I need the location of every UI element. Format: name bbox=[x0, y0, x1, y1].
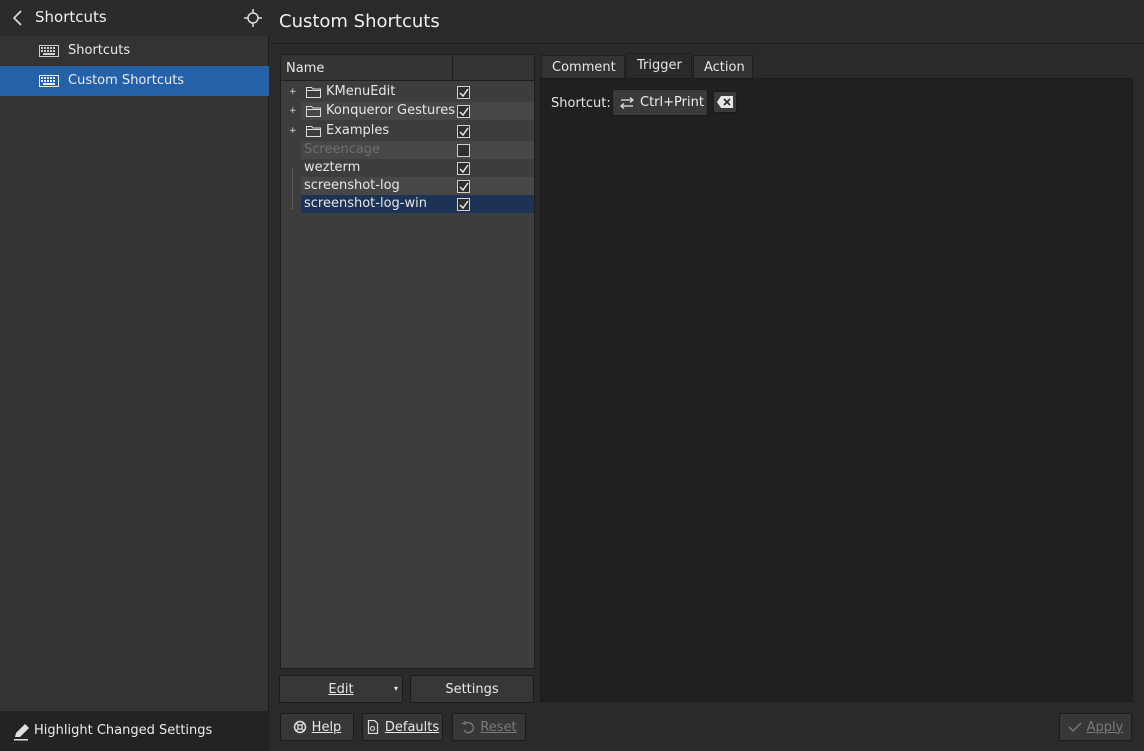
expand-icon[interactable]: + bbox=[289, 107, 297, 116]
tab-label: Action bbox=[704, 60, 745, 75]
edit-label: Edit bbox=[328, 681, 354, 697]
shortcut-value: Ctrl+Print bbox=[640, 95, 704, 110]
tab-bar: Comment Trigger Action bbox=[540, 53, 1140, 79]
sidebar: Shortcuts Shortcuts Custom Shortcuts Hig… bbox=[0, 0, 269, 751]
enabled-checkbox[interactable] bbox=[457, 105, 470, 118]
shortcut-key-button[interactable]: Ctrl+Print bbox=[612, 89, 708, 116]
title-divider bbox=[270, 43, 1144, 44]
tree-row[interactable]: screenshot-log bbox=[281, 177, 534, 195]
expand-icon[interactable]: + bbox=[289, 88, 297, 97]
highlight-changed-settings-button[interactable]: Highlight Changed Settings bbox=[0, 711, 269, 751]
defaults-button[interactable]: Defaults bbox=[362, 713, 443, 741]
settings-label: Settings bbox=[445, 681, 499, 697]
shortcut-label: Shortcut: bbox=[551, 96, 611, 111]
enabled-checkbox[interactable] bbox=[457, 86, 470, 99]
help-lifebuoy-icon bbox=[293, 720, 306, 734]
apply-label: Apply bbox=[1086, 719, 1124, 735]
keyboard-icon bbox=[39, 45, 59, 57]
tree-row[interactable]: + Konqueror Gestures bbox=[281, 102, 534, 120]
tree-row-label: wezterm bbox=[304, 160, 361, 175]
tree-row[interactable]: + Examples bbox=[281, 122, 534, 140]
tree-row[interactable]: Screencage bbox=[281, 141, 534, 159]
tree-row-label: Konqueror Gestures bbox=[326, 103, 456, 118]
tree-row-label: Examples bbox=[326, 123, 390, 138]
sidebar-title: Shortcuts bbox=[35, 8, 107, 26]
sidebar-item-shortcuts[interactable]: Shortcuts bbox=[0, 36, 269, 66]
tab-action[interactable]: Action bbox=[693, 55, 753, 78]
tab-trigger[interactable]: Trigger bbox=[626, 53, 692, 79]
tab-comment[interactable]: Comment bbox=[541, 55, 625, 78]
tree-row[interactable]: + KMenuEdit bbox=[281, 83, 534, 101]
help-label: Help bbox=[311, 719, 342, 735]
settings-button[interactable]: Settings bbox=[410, 675, 534, 703]
expand-icon[interactable]: + bbox=[289, 127, 297, 136]
help-button[interactable]: Help bbox=[280, 713, 354, 741]
tree-row-label: screenshot-log bbox=[304, 178, 400, 193]
configure-shortcut-icon bbox=[620, 96, 634, 109]
backspace-clear-icon bbox=[717, 96, 733, 108]
document-defaults-icon bbox=[367, 720, 378, 734]
enabled-checkbox[interactable] bbox=[457, 198, 470, 211]
tree-row[interactable]: wezterm bbox=[281, 159, 534, 177]
sidebar-header: Shortcuts bbox=[0, 0, 269, 36]
enabled-checkbox[interactable] bbox=[457, 162, 470, 175]
defaults-label: Defaults bbox=[384, 719, 440, 735]
undo-icon bbox=[462, 721, 475, 734]
folder-icon bbox=[306, 106, 321, 117]
column-divider[interactable] bbox=[452, 55, 453, 81]
tree-row-label: Screencage bbox=[304, 142, 381, 157]
enabled-checkbox[interactable] bbox=[457, 180, 470, 193]
edit-menu-button[interactable]: Edit ▾ bbox=[279, 675, 403, 703]
reset-label: Reset bbox=[480, 719, 517, 735]
folder-icon bbox=[306, 87, 321, 98]
tree-row-label: screenshot-log-win bbox=[304, 196, 427, 211]
tree-row-label: KMenuEdit bbox=[326, 84, 396, 99]
configure-icon[interactable] bbox=[243, 8, 263, 28]
keyboard-icon bbox=[39, 75, 59, 87]
enabled-checkbox[interactable] bbox=[457, 144, 470, 157]
sidebar-item-custom-shortcuts[interactable]: Custom Shortcuts bbox=[0, 66, 269, 96]
back-arrow-icon[interactable] bbox=[10, 9, 26, 27]
enabled-checkbox[interactable] bbox=[457, 125, 470, 138]
shortcuts-tree[interactable]: Name + KMenuEdit + Konqueror Gestures + bbox=[280, 54, 535, 669]
sidebar-item-label: Shortcuts bbox=[68, 43, 131, 58]
reset-button[interactable]: Reset bbox=[452, 713, 526, 741]
sidebar-item-label: Custom Shortcuts bbox=[68, 73, 185, 88]
tree-row-selected[interactable]: screenshot-log-win bbox=[281, 195, 534, 213]
column-header-name[interactable]: Name bbox=[286, 61, 324, 76]
page-title: Custom Shortcuts bbox=[279, 11, 440, 32]
checkmark-icon bbox=[1068, 722, 1082, 732]
tab-label: Trigger bbox=[637, 58, 682, 73]
apply-button[interactable]: Apply bbox=[1059, 713, 1132, 741]
tree-header: Name bbox=[281, 55, 534, 81]
dropdown-arrow-icon: ▾ bbox=[393, 684, 398, 693]
clear-shortcut-button[interactable] bbox=[713, 91, 737, 113]
tab-label: Comment bbox=[552, 60, 616, 75]
trigger-panel: Shortcut: Ctrl+Print bbox=[540, 78, 1133, 702]
folder-icon bbox=[306, 126, 321, 137]
highlight-changed-label: Highlight Changed Settings bbox=[34, 723, 213, 738]
pen-icon bbox=[14, 724, 29, 741]
